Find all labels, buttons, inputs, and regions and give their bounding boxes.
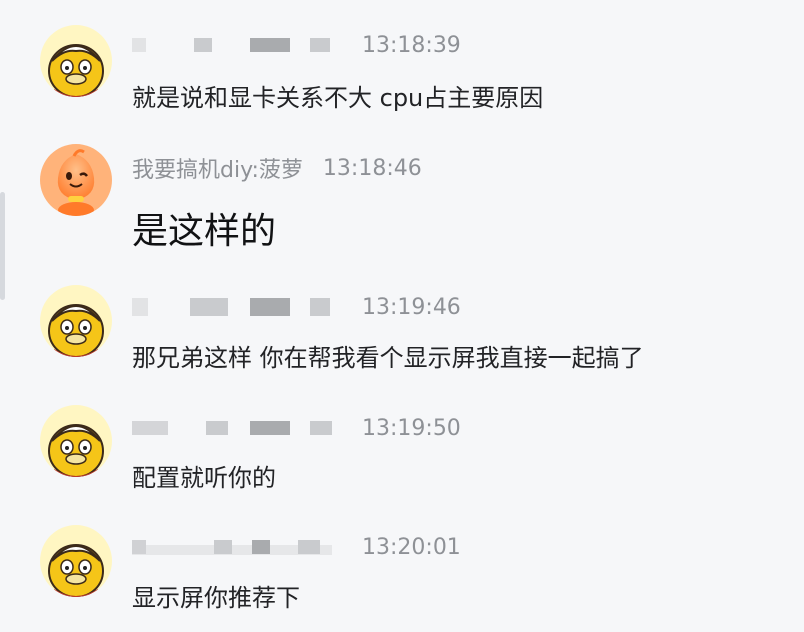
avatar[interactable] — [40, 25, 112, 97]
scrollbar-thumb[interactable] — [0, 192, 5, 300]
message-timestamp: 13:19:50 — [362, 415, 461, 441]
duck-avatar-icon — [40, 525, 112, 597]
avatar[interactable] — [40, 405, 112, 477]
sender-name-redacted — [132, 535, 332, 559]
message-text: 是这样的 — [132, 211, 277, 252]
sender-name-redacted — [132, 33, 332, 57]
sender-name-redacted — [132, 295, 332, 319]
message-timestamp: 13:20:01 — [362, 534, 461, 560]
message-text: 就是说和显卡关系不大 cpu占主要原因 — [132, 84, 544, 112]
chat-message-list[interactable]: 13:18:39 就是说和显卡关系不大 cpu占主要原因 我要搞机diy:菠萝 … — [0, 0, 804, 632]
message-text: 那兄弟这样 你在帮我看个显示屏我直接一起搞了 — [132, 344, 644, 372]
message-timestamp: 13:18:39 — [362, 32, 461, 58]
avatar[interactable] — [40, 144, 112, 216]
duck-avatar-icon — [40, 405, 112, 477]
message-text: 配置就听你的 — [132, 464, 276, 492]
message-text: 显示屏你推荐下 — [132, 584, 300, 612]
message-timestamp: 13:19:46 — [362, 294, 461, 320]
duck-avatar-icon — [40, 25, 112, 97]
avatar[interactable] — [40, 285, 112, 357]
mascot-avatar-icon — [40, 144, 112, 216]
duck-avatar-icon — [40, 285, 112, 357]
avatar[interactable] — [40, 525, 112, 597]
sender-name-redacted — [132, 416, 332, 440]
message-timestamp: 13:18:46 — [322, 155, 422, 181]
sender-name: 我要搞机diy:菠萝 — [132, 158, 303, 183]
